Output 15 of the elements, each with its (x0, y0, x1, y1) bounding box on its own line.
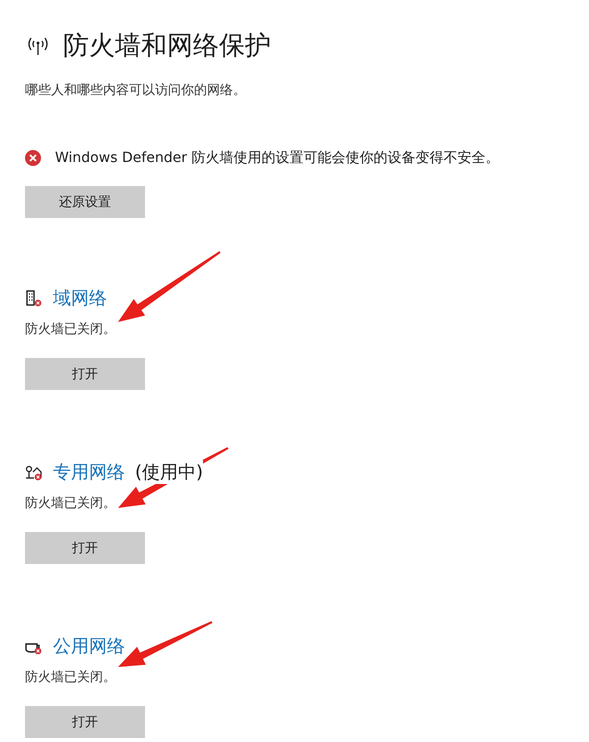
network-link[interactable]: 域网络 (53, 286, 107, 310)
page-title: 防火墙和网络保护 (63, 30, 271, 63)
in-use-label: (使用中) (135, 460, 204, 484)
page-subtitle: 哪些人和哪些内容可以访问你的网络。 (25, 82, 247, 99)
firewall-status: 防火墙已关闭。 (25, 669, 117, 686)
turn-on-button[interactable]: 打开 (25, 706, 145, 738)
network-link[interactable]: 公用网络 (53, 634, 125, 658)
turn-on-button[interactable]: 打开 (25, 358, 145, 390)
error-icon (25, 150, 41, 166)
warning-message: Windows Defender 防火墙使用的设置可能会使你的设备变得不安全。 (55, 149, 500, 167)
network-link[interactable]: 专用网络 (53, 460, 125, 484)
turn-on-button[interactable]: 打开 (25, 532, 145, 564)
firewall-status: 防火墙已关闭。 (25, 321, 117, 338)
restore-settings-button[interactable]: 还原设置 (25, 186, 145, 218)
firewall-status: 防火墙已关闭。 (25, 495, 117, 512)
